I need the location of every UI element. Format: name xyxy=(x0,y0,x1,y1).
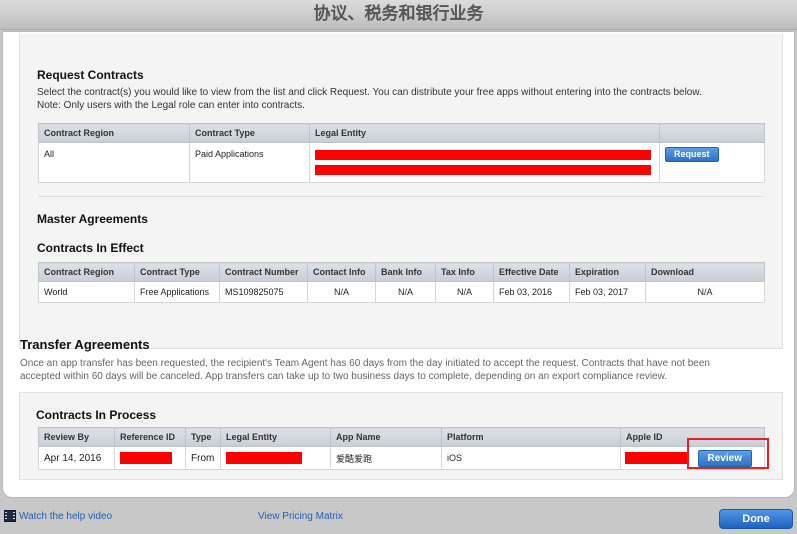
cell-region: All xyxy=(38,142,190,183)
col-download: Download xyxy=(645,262,765,282)
redaction-bar xyxy=(226,452,302,464)
main-panel: Request Contracts Select the contract(s)… xyxy=(2,31,795,498)
cell-legal-entity-redacted xyxy=(309,142,660,183)
cell-tax-info: N/A xyxy=(435,281,494,303)
col-type: Type xyxy=(185,427,221,447)
contracts-section: Request Contracts Select the contract(s)… xyxy=(19,34,783,349)
done-button[interactable]: Done xyxy=(719,509,793,529)
cell-contact-info: N/A xyxy=(307,281,376,303)
col-contract-region: Contract Region xyxy=(38,262,135,282)
contracts-in-effect-title: Contracts In Effect xyxy=(37,241,144,255)
request-contracts-note: Note: Only users with the Legal role can… xyxy=(37,100,305,111)
col-platform: Platform xyxy=(441,427,621,447)
transfer-agreements-description-2: accepted within 60 days will be canceled… xyxy=(20,371,668,382)
cell-reference-id-redacted xyxy=(114,446,186,470)
cell-review-by: Apr 14, 2016 xyxy=(38,446,115,470)
table-row: Apr 14, 2016 From 爱酷爱跑 iOS Review xyxy=(38,446,765,470)
cell-type: From xyxy=(185,446,221,470)
redaction-bar xyxy=(315,165,651,175)
contracts-in-process-title: Contracts In Process xyxy=(36,408,157,422)
col-reference-id: Reference ID xyxy=(114,427,186,447)
request-contracts-title: Request Contracts xyxy=(37,68,144,82)
col-app-name: App Name xyxy=(330,427,442,447)
cell-type: Paid Applications xyxy=(189,142,310,183)
window-title: 协议、税务和银行业务 xyxy=(0,0,797,30)
table-row: World Free Applications MS109825075 N/A … xyxy=(38,281,765,303)
review-highlight-box xyxy=(687,438,769,469)
cell-contract-number: MS109825075 xyxy=(219,281,308,303)
redaction-bar xyxy=(120,452,172,464)
cell-expiration: Feb 03, 2017 xyxy=(569,281,646,303)
request-button[interactable]: Request xyxy=(665,147,719,162)
cell-legal-entity-redacted xyxy=(220,446,331,470)
cell-app-name: 爱酷爱跑 xyxy=(330,446,442,470)
help-video-link[interactable]: Watch the help video xyxy=(19,511,112,522)
film-icon[interactable] xyxy=(4,510,16,522)
col-review-by: Review By xyxy=(38,427,115,447)
col-contract-number: Contract Number xyxy=(219,262,308,282)
cell-platform: iOS xyxy=(441,446,621,470)
transfer-agreements-description: Once an app transfer has been requested,… xyxy=(20,358,710,369)
transfer-agreements-title: Transfer Agreements xyxy=(20,337,150,352)
col-contract-type: Contract Type xyxy=(189,123,310,143)
redaction-bar xyxy=(625,452,689,464)
footer-bar: Watch the help video View Pricing Matrix… xyxy=(0,500,797,534)
col-contract-type: Contract Type xyxy=(134,262,220,282)
col-contract-region: Contract Region xyxy=(38,123,190,143)
col-tax-info: Tax Info xyxy=(435,262,494,282)
col-legal-entity: Legal Entity xyxy=(220,427,331,447)
col-bank-info: Bank Info xyxy=(375,262,436,282)
pricing-matrix-link[interactable]: View Pricing Matrix xyxy=(258,511,343,522)
divider xyxy=(38,196,764,197)
col-legal-entity: Legal Entity xyxy=(309,123,660,143)
request-contracts-description: Select the contract(s) you would like to… xyxy=(37,87,702,98)
cell-effective-date: Feb 03, 2016 xyxy=(493,281,570,303)
col-effective-date: Effective Date xyxy=(493,262,570,282)
cell-bank-info: N/A xyxy=(375,281,436,303)
contracts-in-effect-table: Contract Region Contract Type Contract N… xyxy=(38,262,765,303)
col-contact-info: Contact Info xyxy=(307,262,376,282)
cell-region: World xyxy=(38,281,135,303)
redaction-bar xyxy=(315,150,651,160)
cell-type: Free Applications xyxy=(134,281,220,303)
col-expiration: Expiration xyxy=(569,262,646,282)
master-agreements-title: Master Agreements xyxy=(37,212,148,226)
contracts-in-process-section: Contracts In Process Review By Reference… xyxy=(19,392,783,480)
contracts-in-process-table: Review By Reference ID Type Legal Entity… xyxy=(38,427,765,470)
cell-download[interactable]: N/A xyxy=(645,281,765,303)
request-contracts-table: Contract Region Contract Type Legal Enti… xyxy=(38,123,765,183)
table-row: All Paid Applications Request xyxy=(38,142,765,183)
